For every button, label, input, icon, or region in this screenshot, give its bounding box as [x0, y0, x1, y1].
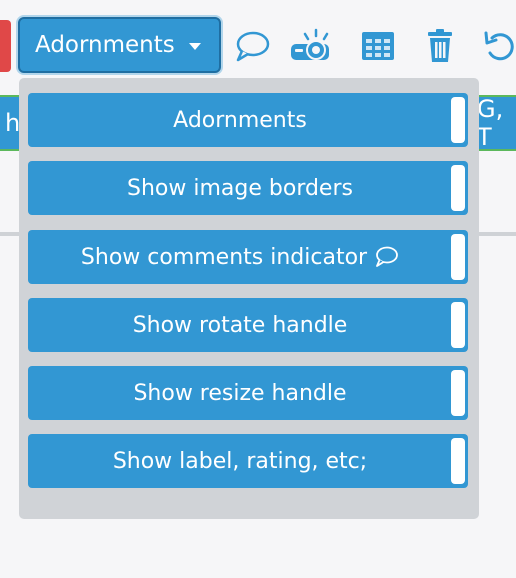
toggle-switch[interactable] — [451, 370, 465, 416]
caret-down-icon — [188, 42, 201, 50]
trash-icon[interactable] — [420, 26, 460, 66]
background-divider-left — [0, 232, 19, 236]
menu-item-show-image-borders[interactable]: Show image borders — [28, 161, 468, 215]
toggle-switch[interactable] — [451, 234, 465, 280]
menu-item-show-rotate-handle[interactable]: Show rotate handle — [28, 298, 468, 352]
menu-item-adornments[interactable]: Adornments — [28, 93, 468, 147]
toggle-switch[interactable] — [451, 165, 465, 211]
red-tab[interactable] — [0, 20, 11, 72]
toggle-switch[interactable] — [451, 438, 465, 484]
adornments-menu: Adornments Show image borders Show comme… — [19, 78, 479, 519]
menu-item-show-comments-indicator[interactable]: Show comments indicator — [28, 230, 468, 284]
grid-icon[interactable] — [358, 26, 398, 66]
menu-item-show-label-rating[interactable]: Show label, rating, etc; — [28, 434, 468, 488]
toggle-switch[interactable] — [451, 302, 465, 348]
adornments-dropdown-label: Adornments — [35, 32, 175, 58]
menu-item-show-resize-handle[interactable]: Show resize handle — [28, 366, 468, 420]
background-divider-right — [479, 232, 516, 236]
speech-bubble-icon — [373, 245, 399, 269]
adornments-dropdown-button[interactable]: Adornments — [18, 17, 221, 73]
speech-bubble-icon[interactable] — [232, 26, 272, 66]
toggle-switch[interactable] — [451, 97, 465, 143]
projector-icon[interactable] — [288, 26, 334, 66]
undo-icon[interactable] — [482, 26, 516, 66]
